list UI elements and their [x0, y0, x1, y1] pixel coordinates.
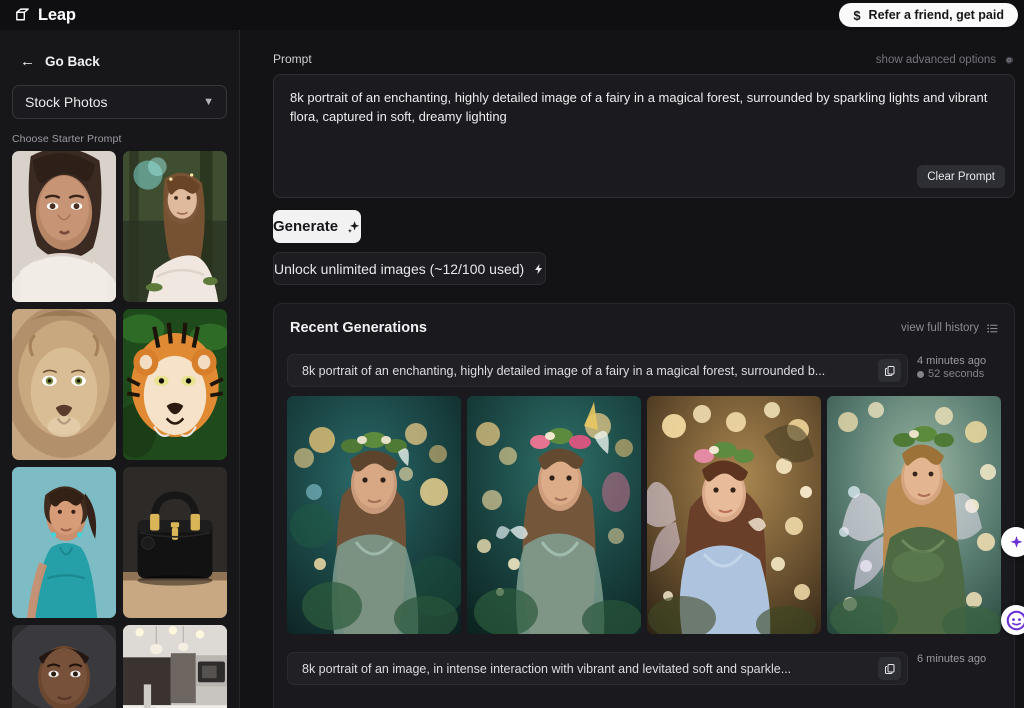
starter-thumb-fairy-woman[interactable]: [123, 151, 227, 302]
go-back-button[interactable]: ← Go Back: [0, 30, 100, 69]
bolt-icon: [535, 263, 543, 274]
prompt-label: Prompt: [273, 52, 312, 66]
starter-thumb-tiger[interactable]: [123, 309, 227, 460]
sidebar: ← Go Back Stock Photos ▼ Choose Starter …: [0, 30, 240, 708]
recent-generations-title: Recent Generations: [290, 320, 427, 336]
generation-prompt-text: 8k portrait of an enchanting, highly det…: [302, 363, 826, 378]
handbag-image: [123, 467, 227, 618]
view-full-history-button[interactable]: view full history: [901, 322, 999, 335]
generation-duration: 52 seconds: [917, 368, 1001, 380]
copy-prompt-button[interactable]: [878, 657, 901, 680]
fairy-woman-image: [123, 151, 227, 302]
generation-meta: 6 minutes ago: [917, 652, 1001, 685]
category-select-value: Stock Photos: [25, 94, 108, 110]
dollar-icon: $: [853, 7, 861, 23]
generated-image-3[interactable]: [647, 396, 821, 634]
show-advanced-options-label: show advanced options: [875, 54, 996, 66]
chat-face-icon: [1006, 610, 1024, 630]
starter-prompt-grid: [0, 151, 239, 708]
arrow-left-icon: ←: [20, 53, 35, 70]
category-select-wrap: Stock Photos ▼: [0, 69, 239, 119]
refer-a-friend-label: Refer a friend, get paid: [868, 8, 1004, 22]
brand-logo[interactable]: Leap: [14, 6, 76, 25]
clock-icon: [917, 370, 924, 378]
copy-icon: [884, 365, 894, 376]
generation-row: 8k portrait of an enchanting, highly det…: [287, 354, 1001, 634]
cube-logo-icon: [16, 7, 29, 20]
teal-dress-woman-image: [12, 467, 116, 618]
generation-prompt[interactable]: 8k portrait of an enchanting, highly det…: [287, 354, 908, 387]
gear-icon: [1005, 56, 1014, 64]
prompt-textarea[interactable]: 8k portrait of an enchanting, highly det…: [273, 74, 1015, 198]
generation-time-ago: 4 minutes ago: [917, 355, 987, 367]
unlock-label: Unlock unlimited images (~12/100 used): [274, 260, 525, 277]
unlock-unlimited-button[interactable]: Unlock unlimited images (~12/100 used): [273, 252, 547, 285]
clear-prompt-button[interactable]: Clear Prompt: [917, 165, 1005, 188]
generation-row-header: 8k portrait of an enchanting, highly det…: [287, 354, 1001, 387]
copy-prompt-button[interactable]: [878, 359, 901, 382]
starter-thumb-portrait-woman[interactable]: [12, 151, 116, 302]
tiger-image: [123, 309, 227, 460]
recent-generations-panel: Recent Generations view full history 8k …: [273, 303, 1015, 708]
chevron-down-icon: ▼: [203, 96, 214, 108]
lion-image: [12, 309, 116, 460]
generation-prompt-text: 8k portrait of an image, in intense inte…: [302, 661, 792, 676]
top-bar: Leap $ Refer a friend, get paid: [0, 0, 1024, 30]
generation-images: [287, 396, 1001, 634]
prompt-value: 8k portrait of an enchanting, highly det…: [290, 90, 988, 124]
generated-image-4[interactable]: [827, 396, 1001, 634]
main-content: Prompt show advanced options 8k portrait…: [241, 30, 1024, 708]
show-advanced-options-button[interactable]: show advanced options: [876, 54, 1015, 66]
category-select[interactable]: Stock Photos ▼: [12, 85, 227, 119]
generation-row: 8k portrait of an image, in intense inte…: [287, 652, 1001, 685]
view-full-history-label: view full history: [901, 322, 979, 334]
generated-image-2[interactable]: [467, 396, 641, 634]
sparkle-icon: [347, 220, 360, 233]
brand-name: Leap: [38, 5, 76, 24]
kitchen-image: [123, 625, 227, 708]
go-back-label: Go Back: [45, 54, 100, 69]
generation-meta: 4 minutes ago 52 seconds: [917, 354, 1001, 387]
generation-prompt[interactable]: 8k portrait of an image, in intense inte…: [287, 652, 908, 685]
generation-row-header: 8k portrait of an image, in intense inte…: [287, 652, 1001, 685]
generation-time-ago: 6 minutes ago: [917, 653, 987, 665]
starter-thumb-handbag[interactable]: [123, 467, 227, 618]
generate-label: Generate: [273, 218, 339, 235]
copy-icon: [884, 663, 894, 674]
recent-generations-header: Recent Generations view full history: [287, 320, 1001, 336]
prompt-header: Prompt show advanced options: [241, 30, 1024, 66]
starter-thumb-teal-dress-woman[interactable]: [12, 467, 116, 618]
fab-chat-button[interactable]: [1001, 605, 1024, 635]
starter-thumb-man-suit[interactable]: [12, 625, 116, 708]
starter-thumb-kitchen[interactable]: [123, 625, 227, 708]
portrait-woman-image: [12, 151, 116, 302]
fab-sparkle-button[interactable]: [1001, 527, 1024, 557]
generation-duration-text: 52 seconds: [928, 368, 985, 380]
refer-a-friend-button[interactable]: $ Refer a friend, get paid: [839, 3, 1018, 27]
generated-image-1[interactable]: [287, 396, 461, 634]
man-suit-image: [12, 625, 116, 708]
generate-button[interactable]: Generate: [273, 210, 362, 243]
starter-prompt-label: Choose Starter Prompt: [12, 133, 122, 145]
list-icon: [987, 323, 998, 333]
starter-thumb-lion[interactable]: [12, 309, 116, 460]
sparkle-icon: [1010, 535, 1022, 548]
